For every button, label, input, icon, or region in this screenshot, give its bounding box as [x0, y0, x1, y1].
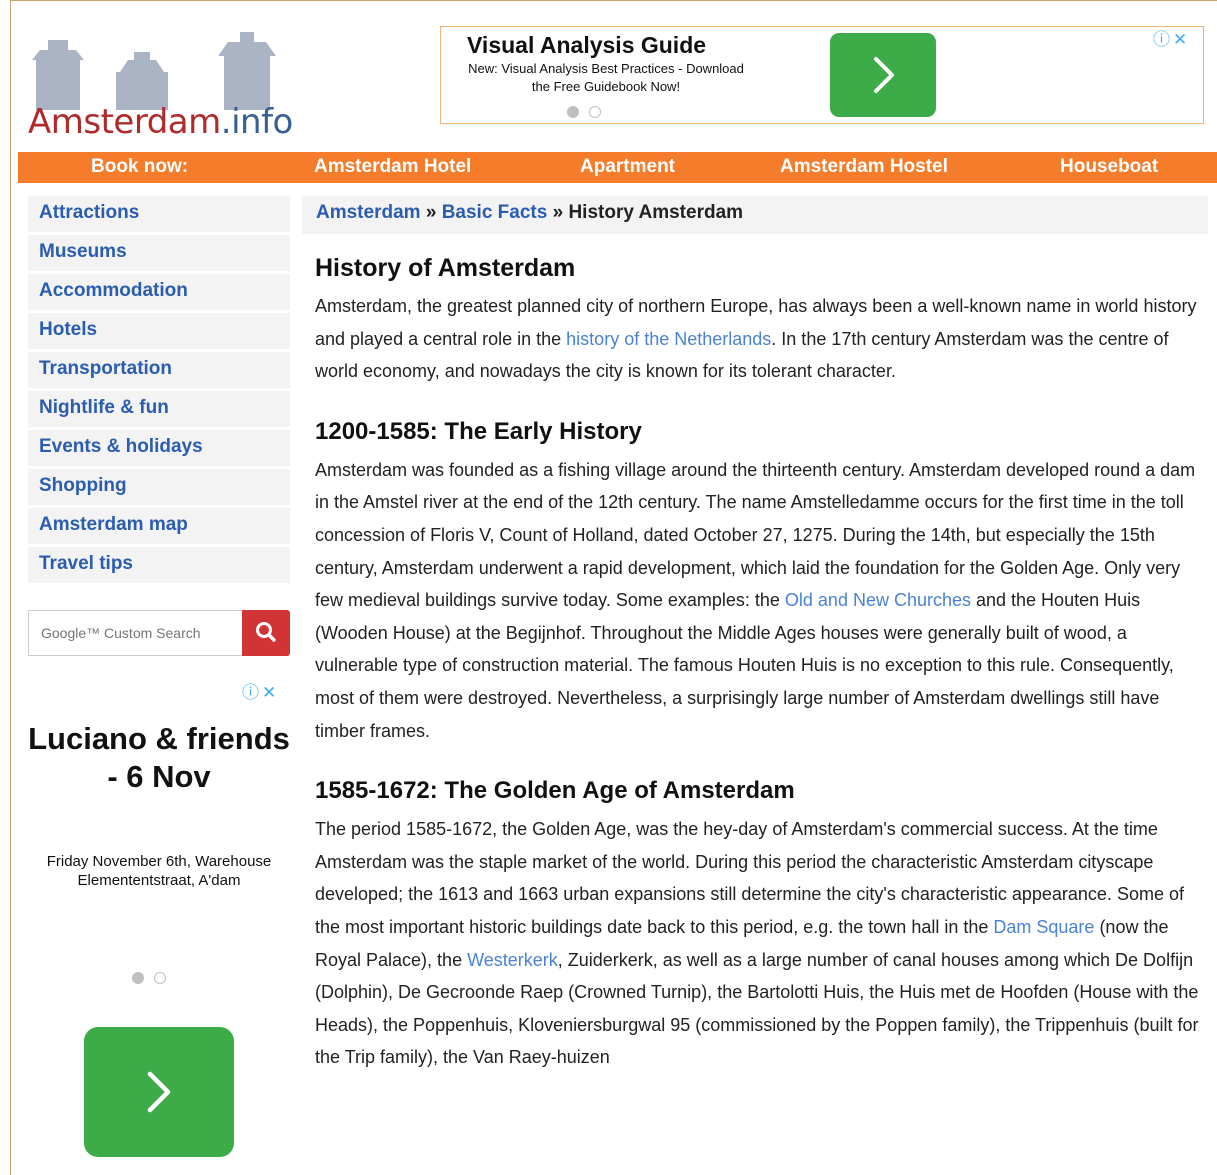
history-netherlands-link[interactable]: history of the Netherlands	[566, 329, 771, 349]
ad-details: Friday November 6th, Warehouse Elementen…	[46, 853, 272, 889]
ad-choices[interactable]: ⓘ ✕	[1153, 31, 1187, 48]
breadcrumb-separator: »	[425, 202, 442, 223]
nav-apartment[interactable]: Apartment	[580, 156, 675, 178]
breadcrumb: Amsterdam » Basic Facts » History Amster…	[302, 196, 1208, 234]
section-heading-golden-age: 1585-1672: The Golden Age of Amsterdam	[315, 777, 795, 805]
breadcrumb-separator: »	[552, 202, 569, 223]
section-heading-early-history: 1200-1585: The Early History	[315, 417, 642, 445]
churches-link[interactable]: Old and New Churches	[785, 590, 971, 610]
sidebar-item-museums[interactable]: Museums	[28, 235, 290, 271]
breadcrumb-home-link[interactable]: Amsterdam	[316, 202, 421, 223]
nav-amsterdam-hostel[interactable]: Amsterdam Hostel	[780, 156, 948, 178]
article-content: History of Amsterdam Amsterdam, the grea…	[315, 250, 1200, 1102]
carousel-dot-active[interactable]	[567, 105, 579, 118]
golden-age-paragraph: The period 1585-1672, the Golden Age, wa…	[315, 813, 1200, 1074]
page-title: History of Amsterdam	[315, 254, 576, 282]
close-icon[interactable]: ✕	[1173, 31, 1187, 48]
book-now-label: Book now:	[91, 156, 189, 177]
breadcrumb-current: History Amsterdam	[568, 202, 744, 223]
paragraph-text: Amsterdam was founded as a fishing villa…	[315, 459, 1196, 611]
sidebar-item-hotels[interactable]: Hotels	[28, 313, 290, 349]
nav-houseboat[interactable]: Houseboat	[1060, 156, 1158, 178]
breadcrumb-section-link[interactable]: Basic Facts	[442, 202, 548, 223]
nav-amsterdam-hotel[interactable]: Amsterdam Hotel	[314, 156, 471, 178]
search-button[interactable]	[242, 610, 290, 656]
ad-carousel-dots	[132, 969, 176, 987]
carousel-dot-active[interactable]	[132, 971, 144, 984]
ad-go-button[interactable]	[830, 33, 936, 117]
ad-description: New: Visual Analysis Best Practices - Do…	[468, 61, 744, 94]
sidebar-item-map[interactable]: Amsterdam map	[28, 508, 290, 544]
chevron-right-icon	[147, 1071, 171, 1113]
booking-nav-bar: Book now: Amsterdam Hotel Apartment Amst…	[18, 152, 1217, 183]
carousel-dot[interactable]	[154, 971, 166, 984]
sidebar-item-shopping[interactable]: Shopping	[28, 469, 290, 505]
early-history-paragraph: Amsterdam was founded as a fishing villa…	[315, 454, 1200, 747]
top-advertisement[interactable]: Visual Analysis Guide New: Visual Analys…	[440, 26, 1204, 124]
sidebar-item-events[interactable]: Events & holidays	[28, 430, 290, 466]
sidebar-item-attractions[interactable]: Attractions	[28, 196, 290, 232]
westerkerk-link[interactable]: Westerkerk	[467, 950, 558, 970]
custom-search-box	[28, 610, 290, 656]
sidebar-menu: Attractions Museums Accommodation Hotels…	[28, 196, 290, 586]
sidebar-item-accommodation[interactable]: Accommodation	[28, 274, 290, 310]
site-logo[interactable]: Amsterdam.info	[28, 30, 298, 142]
info-icon[interactable]: ⓘ	[1153, 31, 1170, 48]
dam-square-link[interactable]: Dam Square	[993, 917, 1094, 937]
search-input[interactable]	[28, 610, 243, 656]
sidebar-item-nightlife[interactable]: Nightlife & fun	[28, 391, 290, 427]
search-icon	[256, 622, 276, 642]
close-icon[interactable]: ✕	[262, 684, 276, 701]
ad-headline: Luciano & friends - 6 Nov	[28, 721, 290, 794]
intro-paragraph: Amsterdam, the greatest planned city of …	[315, 290, 1200, 388]
side-advertisement[interactable]: ⓘ ✕ Luciano & friends - 6 Nov Friday Nove…	[28, 680, 290, 1175]
ad-choices[interactable]: ⓘ ✕	[242, 684, 276, 701]
sidebar-item-transportation[interactable]: Transportation	[28, 352, 290, 388]
chevron-right-icon	[874, 57, 894, 93]
logo-text: Amsterdam.info	[28, 102, 293, 142]
paragraph-text: and the Houten Huis (Wooden House) at th…	[315, 590, 1174, 741]
skyline-icon	[32, 32, 276, 110]
info-icon[interactable]: ⓘ	[242, 684, 259, 701]
carousel-dot[interactable]	[589, 105, 601, 118]
sidebar-item-travel-tips[interactable]: Travel tips	[28, 547, 290, 583]
ad-carousel-dots	[567, 103, 611, 121]
ad-title: Visual Analysis Guide	[467, 32, 707, 58]
ad-go-button[interactable]	[84, 1027, 234, 1157]
